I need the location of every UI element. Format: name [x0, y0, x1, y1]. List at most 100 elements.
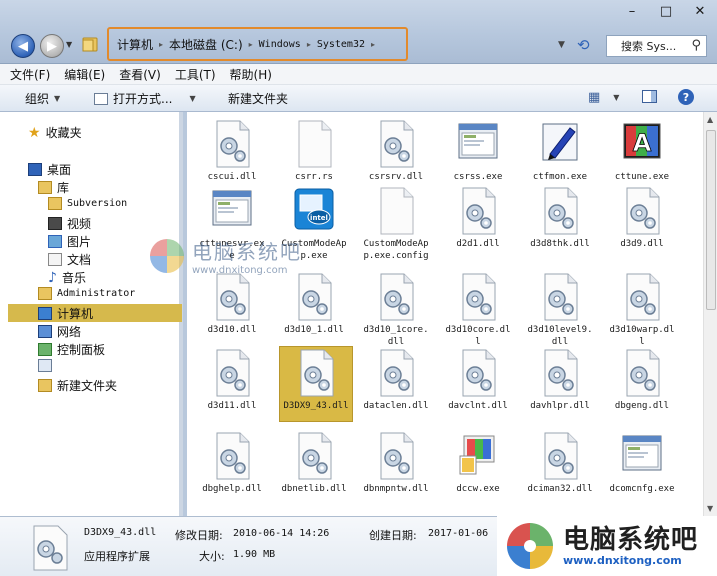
sidebar-item-recycle-bin[interactable] — [38, 359, 52, 372]
file-item[interactable]: d3d8thk.dll — [525, 187, 595, 250]
file-item[interactable]: cscui.dll — [197, 120, 267, 183]
file-name: d3d10warp.dll — [609, 325, 675, 347]
sidebar-item-subversion[interactable]: Subversion — [48, 197, 127, 210]
file-item[interactable]: d3d10core.dll — [443, 273, 513, 348]
search-input[interactable]: 搜索 Sys... — [621, 38, 676, 54]
address-dropdown-icon[interactable]: ▼ — [558, 40, 565, 50]
search-icon[interactable]: ⚲ — [691, 38, 701, 53]
breadcrumb-windows[interactable]: Windows — [259, 39, 301, 50]
organize-button[interactable]: 组织 ▼ — [25, 90, 60, 107]
refresh-icon[interactable]: ⟲ — [577, 36, 595, 54]
file-name: dbgeng.dll — [614, 401, 670, 411]
preview-pane-button[interactable] — [642, 90, 657, 103]
file-item[interactable]: d3d10_1.dll — [279, 273, 349, 336]
close-button[interactable]: ✕ — [683, 0, 717, 22]
file-item[interactable]: dbgeng.dll — [607, 349, 677, 412]
file-item[interactable]: dataclen.dll — [361, 349, 431, 412]
file-item[interactable]: dcomcnfg.exe — [607, 432, 677, 495]
file-item[interactable]: Acttune.exe — [607, 120, 677, 183]
svg-text:A: A — [633, 129, 652, 157]
breadcrumb-local-disk[interactable]: 本地磁盘 (C:) — [169, 36, 243, 53]
history-dropdown-icon[interactable]: ▼ — [66, 40, 72, 49]
file-item[interactable]: d3d11.dll — [197, 349, 267, 412]
sidebar-item-libraries[interactable]: 库 — [38, 179, 69, 196]
vertical-scrollbar[interactable]: ▲ ▼ — [703, 112, 717, 516]
new-folder-button[interactable]: 新建文件夹 — [228, 90, 288, 107]
help-button[interactable]: ? — [678, 89, 694, 105]
scroll-up-icon[interactable]: ▲ — [707, 115, 713, 124]
atext-app-icon: A — [623, 123, 661, 159]
view-options-button[interactable]: ▦ ▼ — [588, 90, 619, 105]
file-name: d3d10core.dll — [445, 325, 511, 347]
sidebar-item-desktop[interactable]: 桌面 — [28, 161, 71, 178]
win-app-icon — [212, 190, 252, 226]
dll-file-icon — [33, 525, 68, 571]
file-item[interactable]: intel CustomModeApp.exe — [279, 187, 349, 262]
minimize-button[interactable]: – — [615, 0, 649, 22]
file-name: cscui.dll — [207, 172, 257, 182]
scroll-down-icon[interactable]: ▼ — [707, 504, 713, 513]
file-item[interactable]: davclnt.dll — [443, 349, 513, 412]
scrollbar-thumb[interactable] — [706, 130, 716, 310]
file-item[interactable]: davhlpr.dll — [525, 349, 595, 412]
menu-help[interactable]: 帮助(H) — [230, 66, 272, 83]
sidebar-item-computer[interactable]: 计算机 — [8, 304, 182, 322]
file-item[interactable]: d3d10warp.dll — [607, 273, 677, 348]
menu-tools[interactable]: 工具(T) — [175, 66, 216, 83]
file-item[interactable]: csrss.exe — [443, 120, 513, 183]
file-name: csrsrv.dll — [368, 172, 424, 182]
sidebar-item-administrator[interactable]: Administrator — [38, 287, 135, 300]
file-item[interactable]: dbnmpntw.dll — [361, 432, 431, 495]
file-item[interactable]: d3d10.dll — [197, 273, 267, 336]
file-item[interactable]: csrr.rs — [279, 120, 349, 183]
sidebar-item-control-panel[interactable]: 控制面板 — [38, 341, 105, 358]
sidebar-item-videos[interactable]: 视频 — [48, 215, 91, 232]
dll-file-icon — [544, 349, 578, 397]
file-item[interactable]: cttunesvr.exe — [197, 187, 267, 262]
menu-file[interactable]: 文件(F) — [10, 66, 50, 83]
forward-button[interactable]: ▶ — [40, 34, 64, 58]
brand-url: www.dnxitong.com — [563, 553, 682, 567]
breadcrumb-computer[interactable]: 计算机 — [117, 36, 153, 53]
maximize-button[interactable]: □ — [649, 0, 683, 22]
sidebar-item-new-folder[interactable]: 新建文件夹 — [38, 377, 117, 394]
sidebar-item-label: Administrator — [57, 288, 136, 299]
breadcrumb-separator-icon[interactable]: ▸ — [371, 40, 375, 49]
app-window-icon — [94, 92, 108, 105]
file-item[interactable]: dbghelp.dll — [197, 432, 267, 495]
menu-view[interactable]: 查看(V) — [119, 66, 161, 83]
win-app-icon — [622, 435, 662, 471]
breadcrumb-system32[interactable]: System32 — [317, 39, 365, 50]
file-item[interactable]: dbnetlib.dll — [279, 432, 349, 495]
sidebar-item-favorites[interactable]: ★ 收藏夹 — [28, 124, 82, 141]
breadcrumb-separator-icon[interactable]: ▸ — [159, 40, 163, 49]
file-item[interactable]: csrsrv.dll — [361, 120, 431, 183]
sidebar-item-music[interactable]: ♪ 音乐 — [48, 269, 86, 286]
file-item[interactable]: d3d10level9.dll — [525, 273, 595, 348]
navigation-pane: ★ 收藏夹 桌面 库 Subversion 视频 图片 文档 ♪ 音乐 Admi… — [0, 112, 183, 516]
search-box[interactable]: 搜索 Sys... ⚲ — [606, 35, 707, 57]
file-item[interactable]: dciman32.dll — [525, 432, 595, 495]
sidebar-item-documents[interactable]: 文档 — [48, 251, 91, 268]
chevron-down-icon: ▼ — [54, 94, 61, 103]
sidebar-item-label: 控制面板 — [57, 343, 106, 357]
back-button[interactable]: ◀ — [11, 34, 35, 58]
file-item[interactable]: ctfmon.exe — [525, 120, 595, 183]
dll-file-icon — [380, 273, 414, 321]
file-item[interactable]: D3DX9_43.dll — [279, 346, 353, 422]
sidebar-item-network[interactable]: 网络 — [38, 323, 81, 340]
menu-edit[interactable]: 编辑(E) — [64, 66, 105, 83]
address-bar[interactable]: 计算机 ▸ 本地磁盘 (C:) ▸ Windows ▸ System32 ▸ — [107, 27, 408, 61]
file-item[interactable]: d2d1.dll — [443, 187, 513, 250]
breadcrumb-separator-icon[interactable]: ▸ — [307, 40, 311, 49]
sidebar-item-pictures[interactable]: 图片 — [48, 233, 91, 250]
file-name: davhlpr.dll — [530, 401, 590, 411]
file-item[interactable]: CustomModeApp.exe.config — [361, 187, 431, 262]
file-item[interactable]: d3d9.dll — [607, 187, 677, 250]
breadcrumb-separator-icon[interactable]: ▸ — [249, 40, 253, 49]
file-item[interactable]: dccw.exe — [443, 432, 513, 495]
open-with-button[interactable]: 打开方式... ▼ — [94, 90, 196, 107]
user-folder-icon — [38, 287, 52, 300]
file-item[interactable]: d3d10_1core.dll — [361, 273, 431, 348]
sidebar-item-label: 桌面 — [47, 163, 72, 177]
